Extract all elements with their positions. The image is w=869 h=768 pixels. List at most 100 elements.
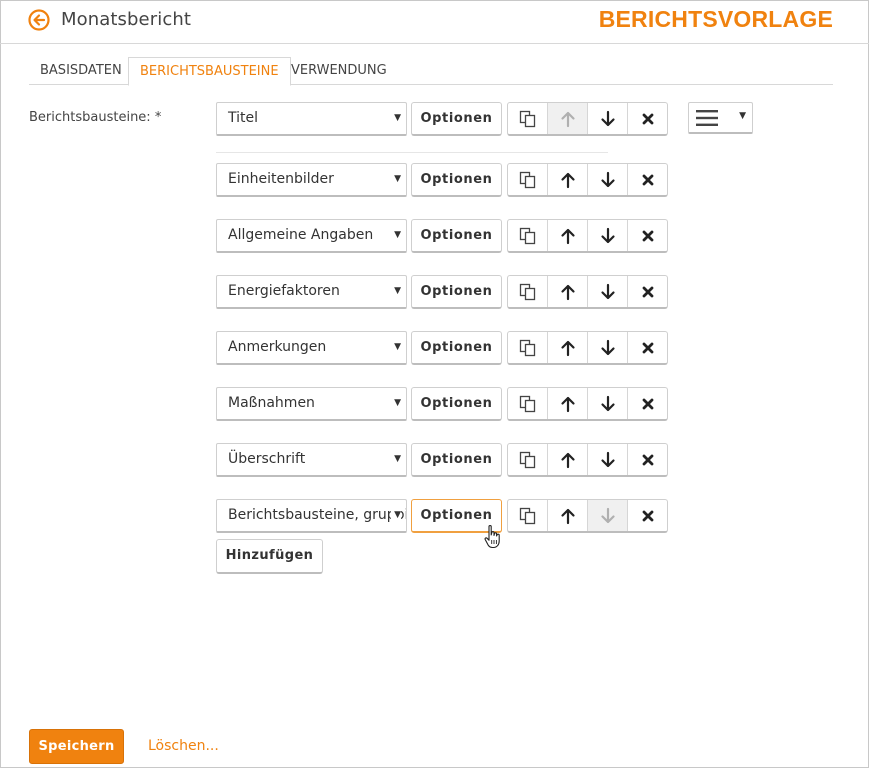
move-up-button[interactable] bbox=[548, 500, 588, 531]
block-row: Berichtsbausteine, gruppiert▼Optionen bbox=[216, 499, 676, 533]
block-row: Allgemeine Angaben ▼ Optionen bbox=[216, 219, 676, 253]
arrow-down-icon bbox=[600, 339, 616, 357]
close-icon bbox=[641, 285, 655, 299]
block-type-select[interactable]: Titel ▼ bbox=[216, 102, 407, 136]
duplicate-button[interactable] bbox=[508, 276, 548, 307]
move-down-button[interactable] bbox=[588, 103, 628, 134]
add-block-button[interactable]: Hinzufügen bbox=[216, 539, 323, 574]
block-type-value: Anmerkungen bbox=[228, 339, 327, 355]
move-up-button[interactable] bbox=[548, 332, 588, 363]
options-button[interactable]: Optionen bbox=[411, 275, 502, 309]
row-actions bbox=[507, 331, 668, 365]
menu-dropdown[interactable]: ▼ bbox=[688, 102, 753, 134]
duplicate-button[interactable] bbox=[508, 164, 548, 195]
duplicate-button[interactable] bbox=[508, 388, 548, 419]
block-type-value: Maßnahmen bbox=[228, 395, 315, 411]
close-icon bbox=[641, 341, 655, 355]
duplicate-button[interactable] bbox=[508, 332, 548, 363]
close-icon bbox=[641, 229, 655, 243]
remove-button[interactable] bbox=[628, 164, 667, 195]
copy-icon bbox=[519, 339, 537, 357]
tab-basisdaten[interactable]: BASISDATEN bbox=[29, 57, 133, 85]
block-row: Energiefaktoren ▼ Optionen bbox=[216, 275, 676, 309]
block-type-select[interactable]: Berichtsbausteine, gruppiert▼ bbox=[216, 499, 407, 533]
duplicate-button[interactable] bbox=[508, 220, 548, 251]
chevron-down-icon: ▼ bbox=[391, 276, 401, 307]
arrow-down-icon bbox=[600, 395, 616, 413]
options-button[interactable]: Optionen bbox=[411, 219, 502, 253]
block-type-value: Überschrift bbox=[228, 451, 306, 467]
options-button[interactable]: Optionen bbox=[411, 443, 502, 477]
options-button[interactable]: Optionen bbox=[411, 163, 502, 197]
brand-title: BERICHTSVORLAGE bbox=[598, 6, 833, 32]
block-type-select[interactable]: Anmerkungen ▼ bbox=[216, 331, 407, 365]
move-down-button[interactable] bbox=[588, 332, 628, 363]
block-type-select[interactable]: Überschrift ▼ bbox=[216, 443, 407, 477]
arrow-up-icon bbox=[560, 171, 576, 189]
block-type-select[interactable]: Maßnahmen ▼ bbox=[216, 387, 407, 421]
row-actions bbox=[507, 443, 668, 477]
hamburger-menu-icon bbox=[696, 110, 718, 126]
arrow-down-icon bbox=[600, 171, 616, 189]
copy-icon bbox=[519, 227, 537, 245]
move-down-button[interactable] bbox=[588, 500, 628, 531]
remove-button[interactable] bbox=[628, 500, 667, 531]
close-icon bbox=[641, 173, 655, 187]
close-icon bbox=[641, 112, 655, 126]
block-type-select[interactable]: Einheitenbilder ▼ bbox=[216, 163, 407, 197]
block-row: Maßnahmen ▼ Optionen bbox=[216, 387, 676, 421]
move-down-button[interactable] bbox=[588, 276, 628, 307]
move-up-button[interactable] bbox=[548, 220, 588, 251]
chevron-down-icon: ▼ bbox=[391, 500, 401, 531]
options-button[interactable]: Optionen bbox=[411, 102, 502, 136]
remove-button[interactable] bbox=[628, 220, 667, 251]
remove-button[interactable] bbox=[628, 276, 667, 307]
page-header: Monatsbericht BERICHTSVORLAGE bbox=[0, 0, 869, 44]
chevron-down-icon: ▼ bbox=[391, 444, 401, 475]
duplicate-button[interactable] bbox=[508, 103, 548, 134]
arrow-up-icon bbox=[560, 110, 576, 128]
remove-button[interactable] bbox=[628, 444, 667, 475]
close-icon bbox=[641, 397, 655, 411]
move-up-button[interactable] bbox=[548, 388, 588, 419]
row-actions bbox=[507, 163, 668, 197]
block-row: Anmerkungen ▼ Optionen bbox=[216, 331, 676, 365]
block-type-select[interactable]: Allgemeine Angaben ▼ bbox=[216, 219, 407, 253]
field-label-berichtsbausteine: Berichtsbausteine: * bbox=[29, 110, 162, 125]
tab-bar: BASISDATEN BERICHTSBAUSTEINE VERWENDUNG bbox=[29, 57, 833, 86]
block-row: Einheitenbilder ▼ Optionen bbox=[216, 163, 676, 197]
block-type-select[interactable]: Energiefaktoren ▼ bbox=[216, 275, 407, 309]
block-row: Überschrift ▼ Optionen bbox=[216, 443, 676, 477]
arrow-down-icon bbox=[600, 283, 616, 301]
remove-button[interactable] bbox=[628, 388, 667, 419]
remove-button[interactable] bbox=[628, 103, 667, 134]
copy-icon bbox=[519, 283, 537, 301]
move-up-button[interactable] bbox=[548, 164, 588, 195]
delete-link[interactable]: Löschen... bbox=[148, 738, 219, 754]
tab-berichtsbausteine[interactable]: BERICHTSBAUSTEINE bbox=[128, 57, 291, 86]
remove-button[interactable] bbox=[628, 332, 667, 363]
save-button[interactable]: Speichern bbox=[29, 729, 124, 764]
arrow-left-circle-icon[interactable] bbox=[28, 9, 50, 31]
move-down-button[interactable] bbox=[588, 220, 628, 251]
copy-icon bbox=[519, 395, 537, 413]
duplicate-button[interactable] bbox=[508, 444, 548, 475]
options-button[interactable]: Optionen bbox=[411, 387, 502, 421]
close-icon bbox=[641, 453, 655, 467]
arrow-down-icon bbox=[600, 110, 616, 128]
move-down-button[interactable] bbox=[588, 164, 628, 195]
move-up-button[interactable] bbox=[548, 276, 588, 307]
block-type-value: Einheitenbilder bbox=[228, 171, 334, 187]
move-down-button[interactable] bbox=[588, 388, 628, 419]
copy-icon bbox=[519, 171, 537, 189]
arrow-down-icon bbox=[600, 227, 616, 245]
arrow-up-icon bbox=[560, 507, 576, 525]
tab-verwendung[interactable]: VERWENDUNG bbox=[280, 57, 398, 85]
block-row: Titel ▼ Optionen bbox=[216, 102, 676, 136]
options-button[interactable]: Optionen bbox=[411, 331, 502, 365]
duplicate-button[interactable] bbox=[508, 500, 548, 531]
move-up-button[interactable] bbox=[548, 103, 588, 134]
move-down-button[interactable] bbox=[588, 444, 628, 475]
chevron-down-icon: ▼ bbox=[739, 111, 746, 121]
move-up-button[interactable] bbox=[548, 444, 588, 475]
